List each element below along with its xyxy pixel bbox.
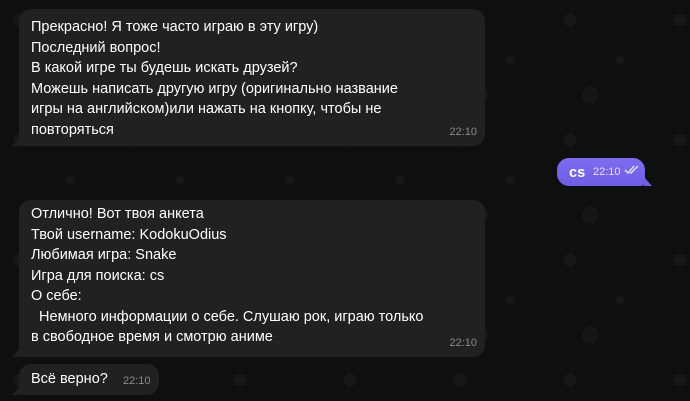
incoming-message[interactable]: Отлично! Вот твоя анкета Твой username: … bbox=[12, 200, 485, 357]
message-line: О себе: bbox=[31, 288, 82, 304]
message-time: 22:10 bbox=[449, 336, 477, 349]
message-line: Прекрасно! Я тоже часто играю в эту игру… bbox=[31, 19, 319, 35]
message-line: в свободное время и смотрю аниме bbox=[31, 329, 273, 345]
message-line: Можешь написать другую игру (оригинально… bbox=[31, 80, 398, 97]
bubble-tail bbox=[12, 348, 20, 357]
message-time: 22:10 bbox=[123, 374, 151, 387]
message-line: Игра для поиска: cs bbox=[31, 267, 165, 284]
message-line: Последний вопрос! bbox=[31, 39, 161, 56]
message-line: повторяться bbox=[31, 121, 114, 138]
message-line: Твой username: KodokuOdius bbox=[31, 226, 227, 243]
outgoing-message[interactable]: cs 22:10 bbox=[557, 158, 652, 186]
message-line: Немного информации о себе. Слушаю рок, и… bbox=[31, 308, 424, 325]
bubble-tail bbox=[12, 386, 20, 395]
bubble-tail bbox=[12, 137, 20, 146]
double-check-icon bbox=[624, 162, 640, 183]
bubble-tail bbox=[644, 177, 652, 186]
message-time: 22:10 bbox=[449, 125, 477, 138]
incoming-message[interactable]: Прекрасно! Я тоже часто играю в эту игру… bbox=[12, 9, 485, 146]
incoming-message[interactable]: Всё верно? 22:10 bbox=[12, 364, 159, 395]
message-line: Любимая игра: Snake bbox=[31, 247, 177, 263]
message-time: 22:10 bbox=[593, 165, 621, 178]
message-line: Отлично! Вот твоя анкета bbox=[31, 206, 204, 222]
message-line: В какой игре ты будешь искать друзей? bbox=[31, 60, 298, 76]
message-line: игры на английском)или нажать на кнопку,… bbox=[31, 101, 382, 117]
